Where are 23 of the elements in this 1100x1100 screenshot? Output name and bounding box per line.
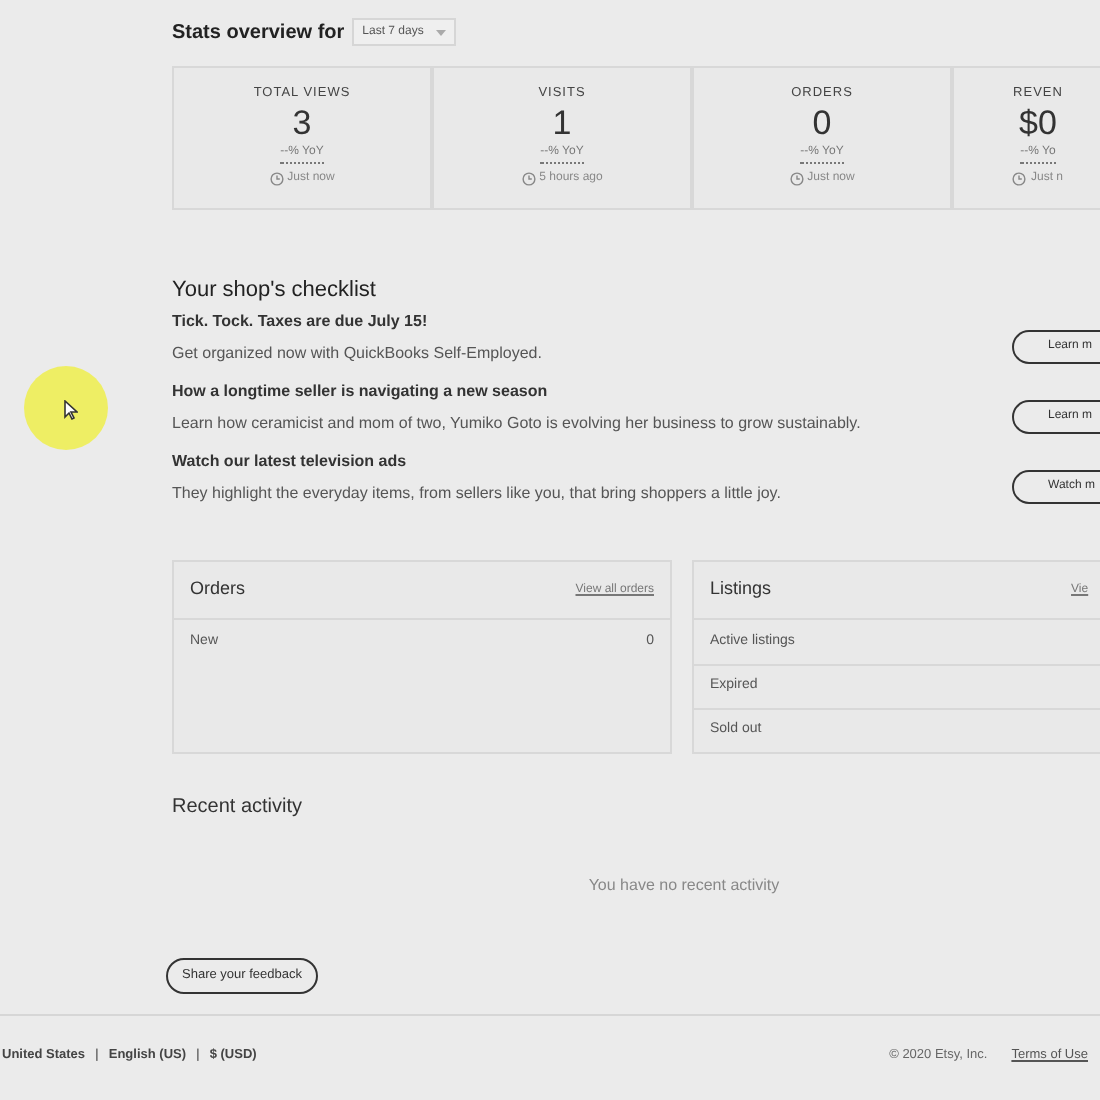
cursor-highlight: [24, 366, 108, 450]
card-title: Orders: [190, 576, 246, 603]
checklist-heading: How a longtime seller is navigating a new season: [172, 380, 550, 404]
section-title: Recent activity: [172, 794, 305, 820]
clock-icon: [269, 171, 284, 186]
stats-title: Stats overview for: [172, 19, 345, 47]
checklist-text: Get organized now with QuickBooks Self-Employed.: [172, 342, 544, 366]
clock-icon: [789, 171, 804, 186]
checklist-heading: Watch our latest television ads: [172, 450, 409, 474]
checklist-text: Learn how ceramicist and mom of two, Yumiko Goto is evolving her business to grow sustainably.: [172, 412, 863, 436]
clock-icon: [1012, 171, 1027, 186]
stat-value: 3: [292, 103, 312, 142]
stat-value: 1: [552, 103, 572, 142]
checklist-title: Your shop's checklist: [172, 276, 378, 304]
caret-icon: [435, 29, 446, 35]
cursor-icon: [64, 400, 78, 420]
checklist-text: They highlight the everyday items, from sellers like you, that bring shoppers a little joy.: [172, 482, 783, 506]
stat-value: $0: [1019, 103, 1057, 142]
card-title: Listings: [710, 576, 772, 603]
checklist-heading: Tick. Tock. Taxes are due July 15!: [172, 310, 430, 334]
clock-icon: [521, 171, 536, 186]
empty-message: You have no recent activity: [588, 874, 780, 898]
stat-value: 0: [812, 103, 832, 142]
